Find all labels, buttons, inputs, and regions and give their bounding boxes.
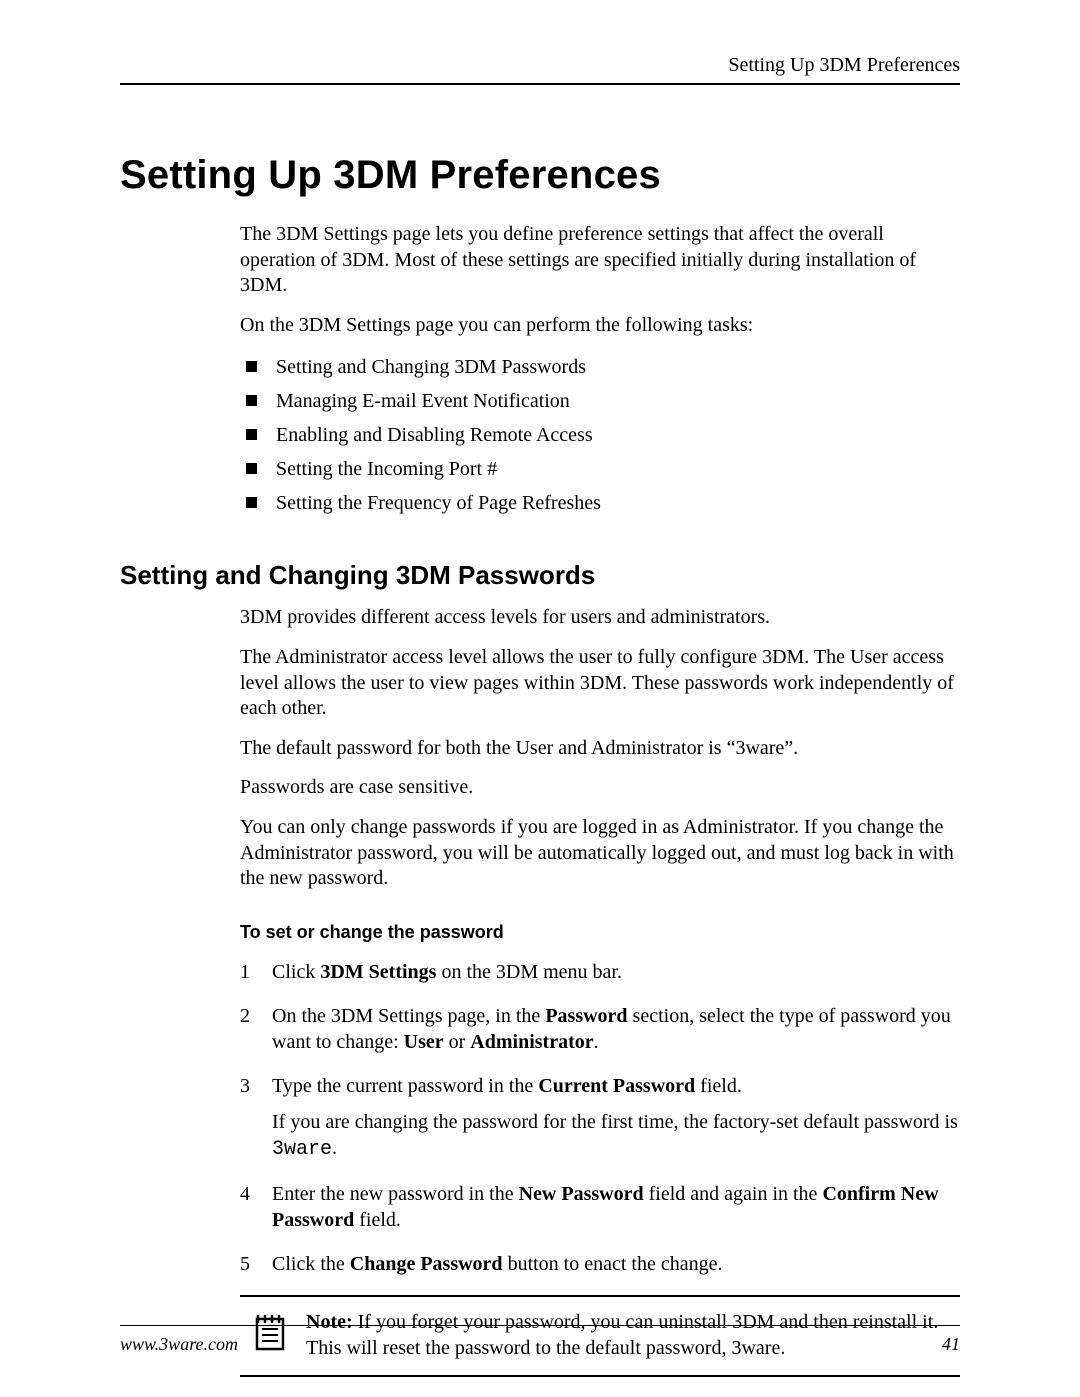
step-text: field and again in the bbox=[644, 1183, 823, 1205]
step-2: On the 3DM Settings page, in the Passwor… bbox=[240, 1003, 960, 1055]
task-item: Setting and Changing 3DM Passwords bbox=[240, 352, 960, 382]
step-text: field. bbox=[354, 1209, 401, 1231]
intro-paragraph-2: On the 3DM Settings page you can perform… bbox=[240, 313, 960, 339]
step-subtext: . bbox=[332, 1137, 337, 1159]
task-list: Setting and Changing 3DM Passwords Manag… bbox=[240, 352, 960, 518]
passwords-p3: The default password for both the User a… bbox=[240, 736, 960, 762]
page: Setting Up 3DM Preferences Setting Up 3D… bbox=[0, 0, 1080, 1397]
step-bold: Current Password bbox=[538, 1075, 695, 1097]
passwords-p2: The Administrator access level allows th… bbox=[240, 645, 960, 722]
page-title: Setting Up 3DM Preferences bbox=[120, 153, 960, 198]
passwords-p1: 3DM provides different access levels for… bbox=[240, 605, 960, 631]
step-text: on the 3DM menu bar. bbox=[436, 961, 622, 983]
step-text: Type the current password in the bbox=[272, 1075, 538, 1097]
step-bold: User bbox=[404, 1031, 444, 1053]
task-item: Managing E-mail Event Notification bbox=[240, 386, 960, 416]
step-text: . bbox=[594, 1031, 599, 1053]
step-text: Click bbox=[272, 961, 320, 983]
task-item: Setting the Incoming Port # bbox=[240, 454, 960, 484]
page-number: 41 bbox=[942, 1334, 960, 1355]
step-1: Click 3DM Settings on the 3DM menu bar. bbox=[240, 959, 960, 985]
step-code: 3ware bbox=[272, 1138, 332, 1161]
step-text: button to enact the change. bbox=[503, 1253, 723, 1275]
step-text: field. bbox=[695, 1075, 742, 1097]
step-3: Type the current password in the Current… bbox=[240, 1073, 960, 1163]
step-bold: Change Password bbox=[350, 1253, 503, 1275]
step-text: Enter the new password in the bbox=[272, 1183, 519, 1205]
procedure-heading: To set or change the password bbox=[240, 922, 960, 943]
step-5: Click the Change Password button to enac… bbox=[240, 1251, 960, 1277]
step-text: or bbox=[444, 1031, 471, 1053]
step-text: On the 3DM Settings page, in the bbox=[272, 1005, 545, 1027]
passwords-p4: Passwords are case sensitive. bbox=[240, 775, 960, 801]
step-bold: New Password bbox=[519, 1183, 644, 1205]
task-item: Enabling and Disabling Remote Access bbox=[240, 420, 960, 450]
intro-block: The 3DM Settings page lets you define pr… bbox=[240, 222, 960, 518]
task-item: Setting the Frequency of Page Refreshes bbox=[240, 488, 960, 518]
procedure-steps: Click 3DM Settings on the 3DM menu bar. … bbox=[240, 959, 960, 1277]
page-footer: www.3ware.com 41 bbox=[120, 1325, 960, 1355]
step-text: Click the bbox=[272, 1253, 350, 1275]
passwords-p5: You can only change passwords if you are… bbox=[240, 815, 960, 892]
section-title-passwords: Setting and Changing 3DM Passwords bbox=[120, 560, 960, 591]
step-bold: Password bbox=[545, 1005, 627, 1027]
intro-paragraph-1: The 3DM Settings page lets you define pr… bbox=[240, 222, 960, 299]
step-bold: 3DM Settings bbox=[320, 961, 436, 983]
passwords-block: 3DM provides different access levels for… bbox=[240, 605, 960, 1376]
footer-url: www.3ware.com bbox=[120, 1334, 238, 1355]
step-4: Enter the new password in the New Passwo… bbox=[240, 1181, 960, 1233]
step-subtext: If you are changing the password for the… bbox=[272, 1111, 958, 1133]
running-header: Setting Up 3DM Preferences bbox=[120, 54, 960, 85]
step-bold: Administrator bbox=[470, 1031, 593, 1053]
